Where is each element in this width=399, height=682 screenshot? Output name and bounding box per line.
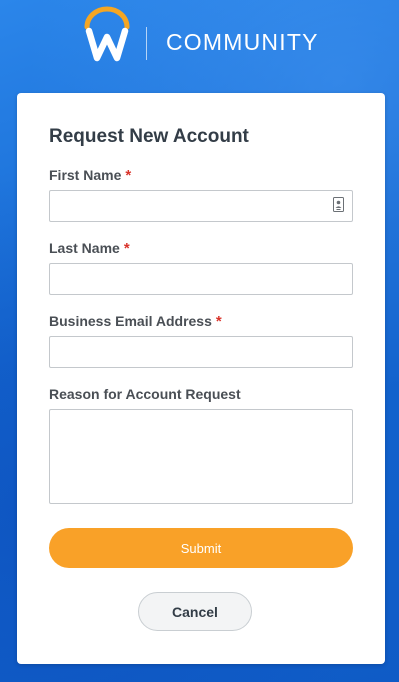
first-name-label-text: First Name [49, 167, 122, 183]
business-email-label: Business Email Address * [49, 313, 222, 330]
required-asterisk: * [123, 240, 130, 257]
first-name-input[interactable] [49, 190, 353, 222]
business-email-input[interactable] [49, 336, 353, 368]
cancel-button[interactable]: Cancel [138, 592, 252, 631]
header-divider [146, 27, 147, 60]
reason-label-text: Reason for Account Request [49, 386, 241, 402]
form-title: Request New Account [49, 126, 249, 147]
submit-button[interactable]: Submit [49, 528, 353, 568]
required-asterisk: * [215, 313, 222, 330]
contact-card-icon[interactable] [333, 197, 344, 212]
first-name-field-wrapper [49, 190, 353, 222]
business-email-label-text: Business Email Address [49, 313, 212, 329]
required-asterisk: * [125, 167, 132, 184]
brand-title: COMMUNITY [166, 29, 319, 55]
reason-label: Reason for Account Request [49, 386, 241, 402]
workday-w-logo-icon[interactable] [84, 6, 130, 62]
site-header: COMMUNITY [0, 0, 399, 92]
request-account-card: Request New Account First Name * Last Nam… [17, 93, 385, 664]
first-name-label: First Name * [49, 167, 131, 184]
last-name-label-text: Last Name [49, 240, 120, 256]
last-name-input[interactable] [49, 263, 353, 295]
last-name-label: Last Name * [49, 240, 130, 257]
reason-textarea[interactable] [49, 409, 353, 504]
